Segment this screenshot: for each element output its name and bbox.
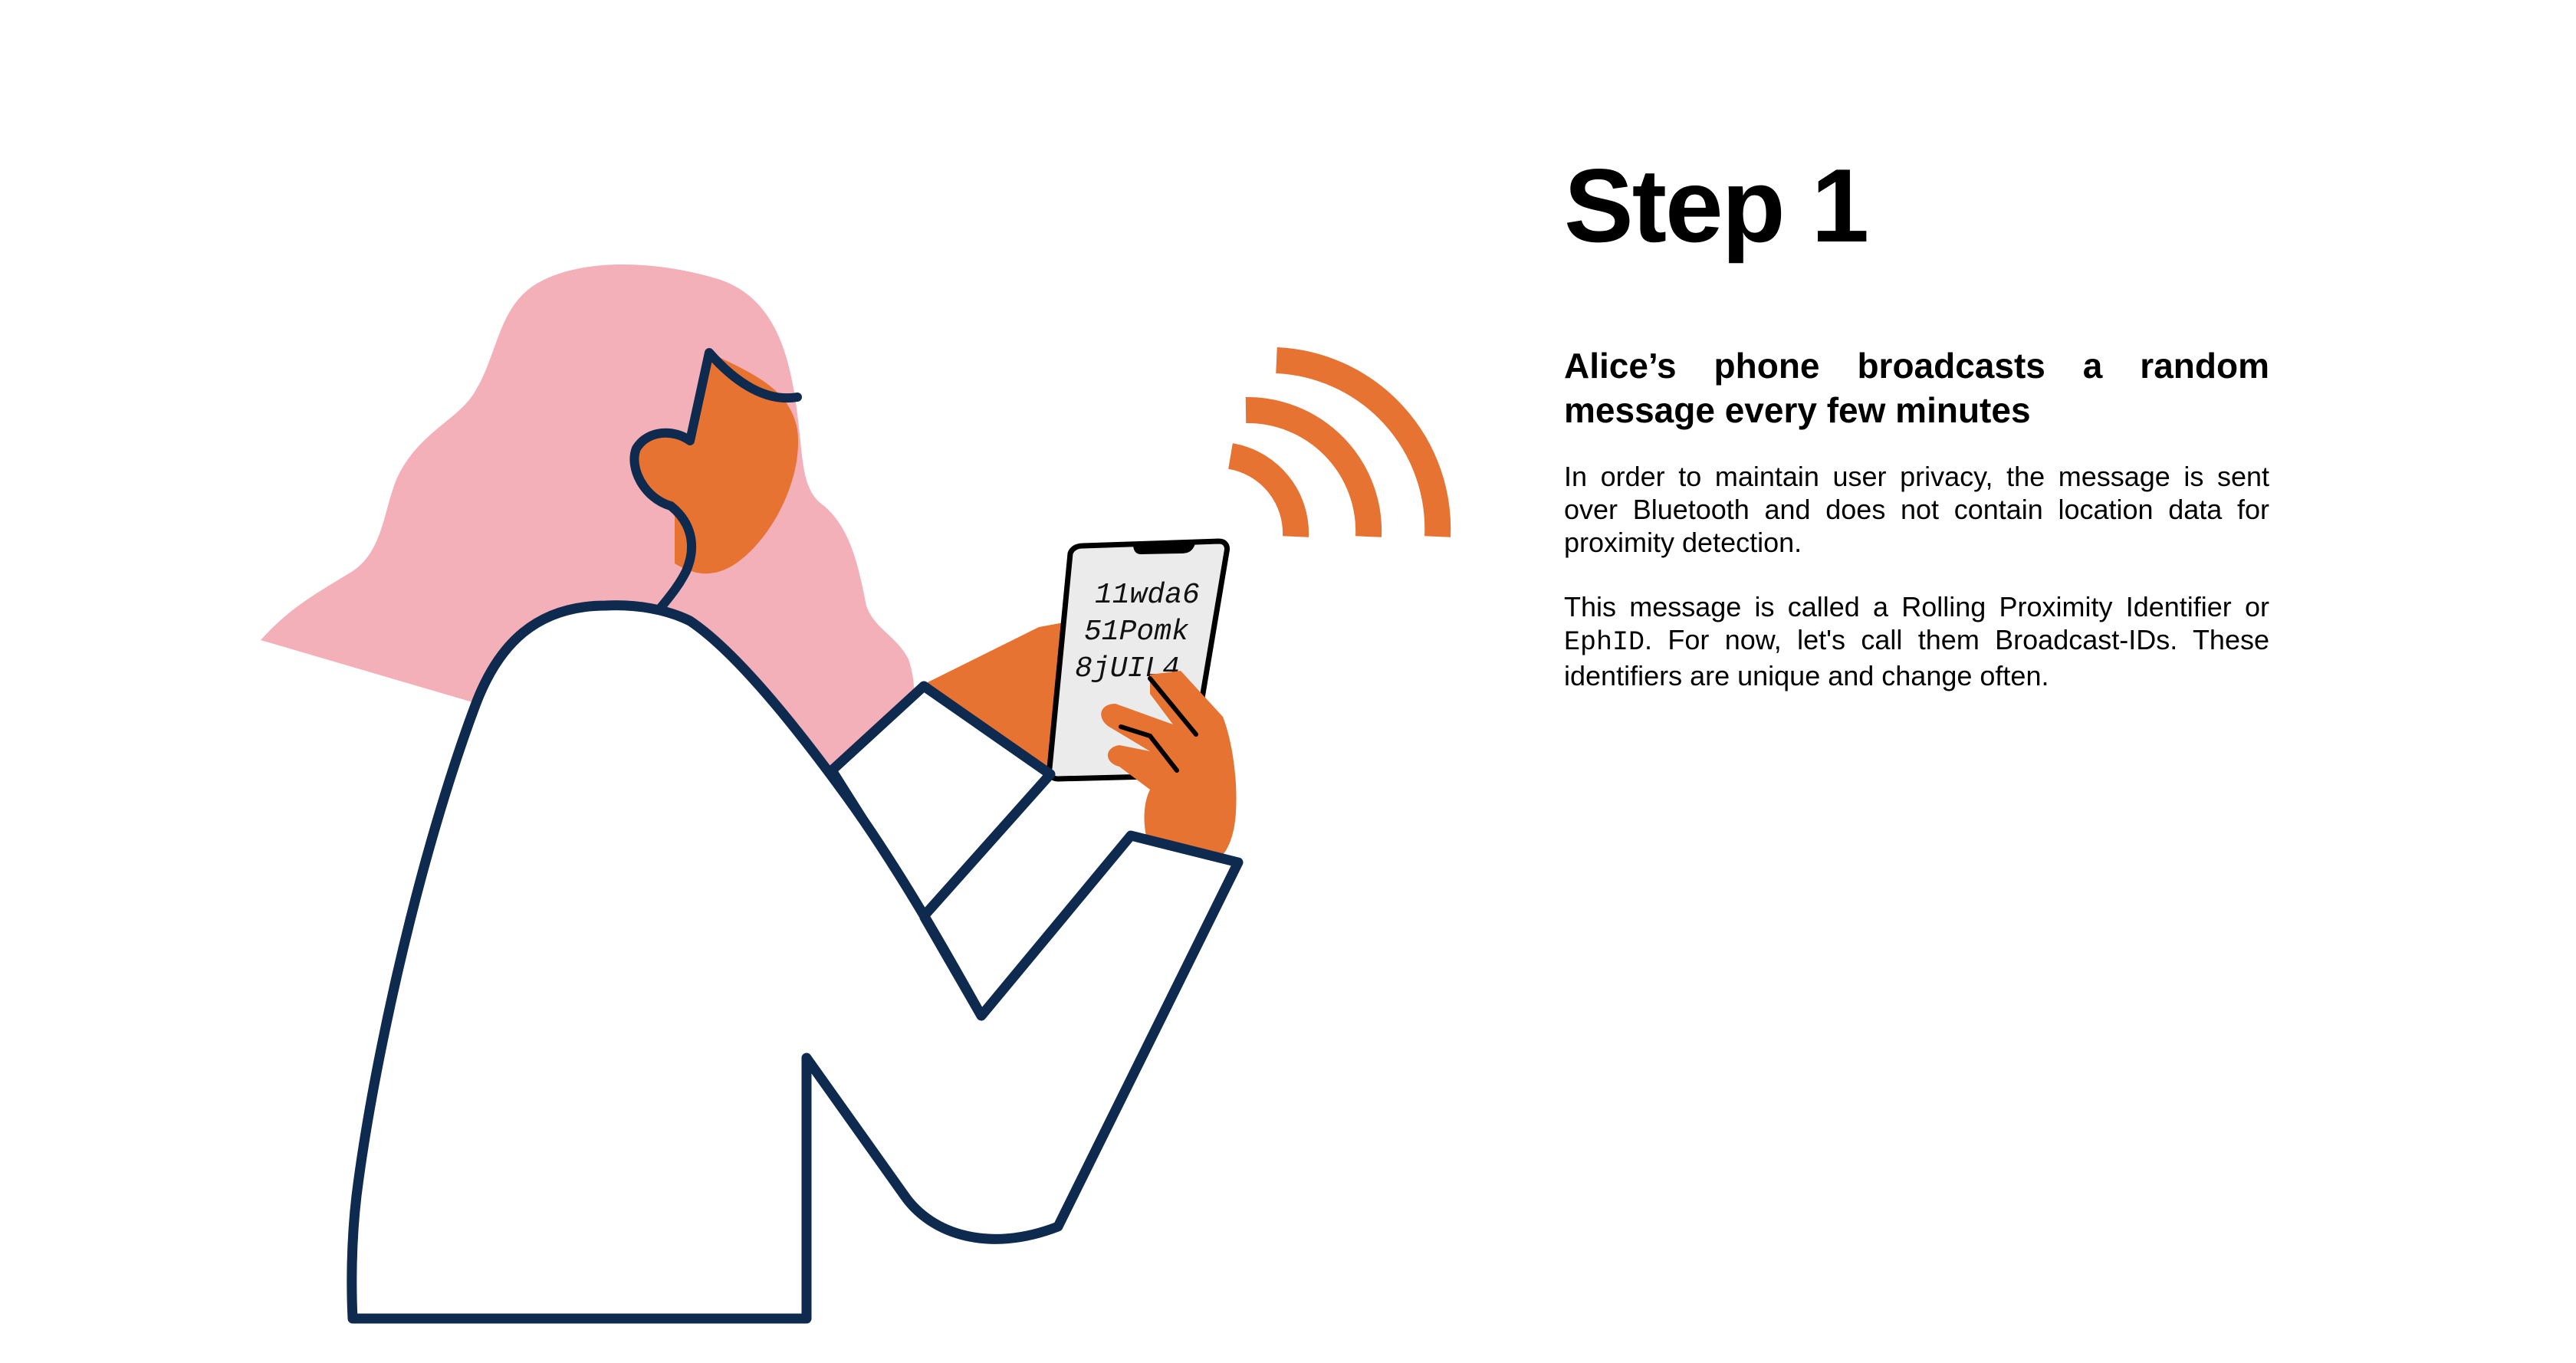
step-title: Step 1 xyxy=(1564,147,1869,264)
alice-illustration: 11wda6 51Pomk 8jUIL4 xyxy=(0,0,1503,1363)
signal-icon xyxy=(1227,347,1451,537)
ephid-code: EphID xyxy=(1564,627,1645,658)
identifier-paragraph: This message is called a Rolling Proximi… xyxy=(1564,590,2269,692)
identifier-text-end: . For now, let's call them Broadcast-IDs… xyxy=(1564,624,2269,691)
privacy-paragraph: In order to maintain user privacy, the m… xyxy=(1564,461,2269,558)
step-subtitle: Alice’s phone broadcasts a random messag… xyxy=(1564,346,2269,430)
phone-code-line-1: 11wda6 xyxy=(1095,579,1200,612)
alice-with-phone-drawing: 11wda6 51Pomk 8jUIL4 xyxy=(261,264,1451,1324)
identifier-text-start: This message is called a Rolling Proximi… xyxy=(1564,591,2269,622)
phone-code-line-2: 51Pomk xyxy=(1084,616,1189,649)
step-description: Step 1 Alice’s phone broadcasts a random… xyxy=(1564,153,2269,724)
